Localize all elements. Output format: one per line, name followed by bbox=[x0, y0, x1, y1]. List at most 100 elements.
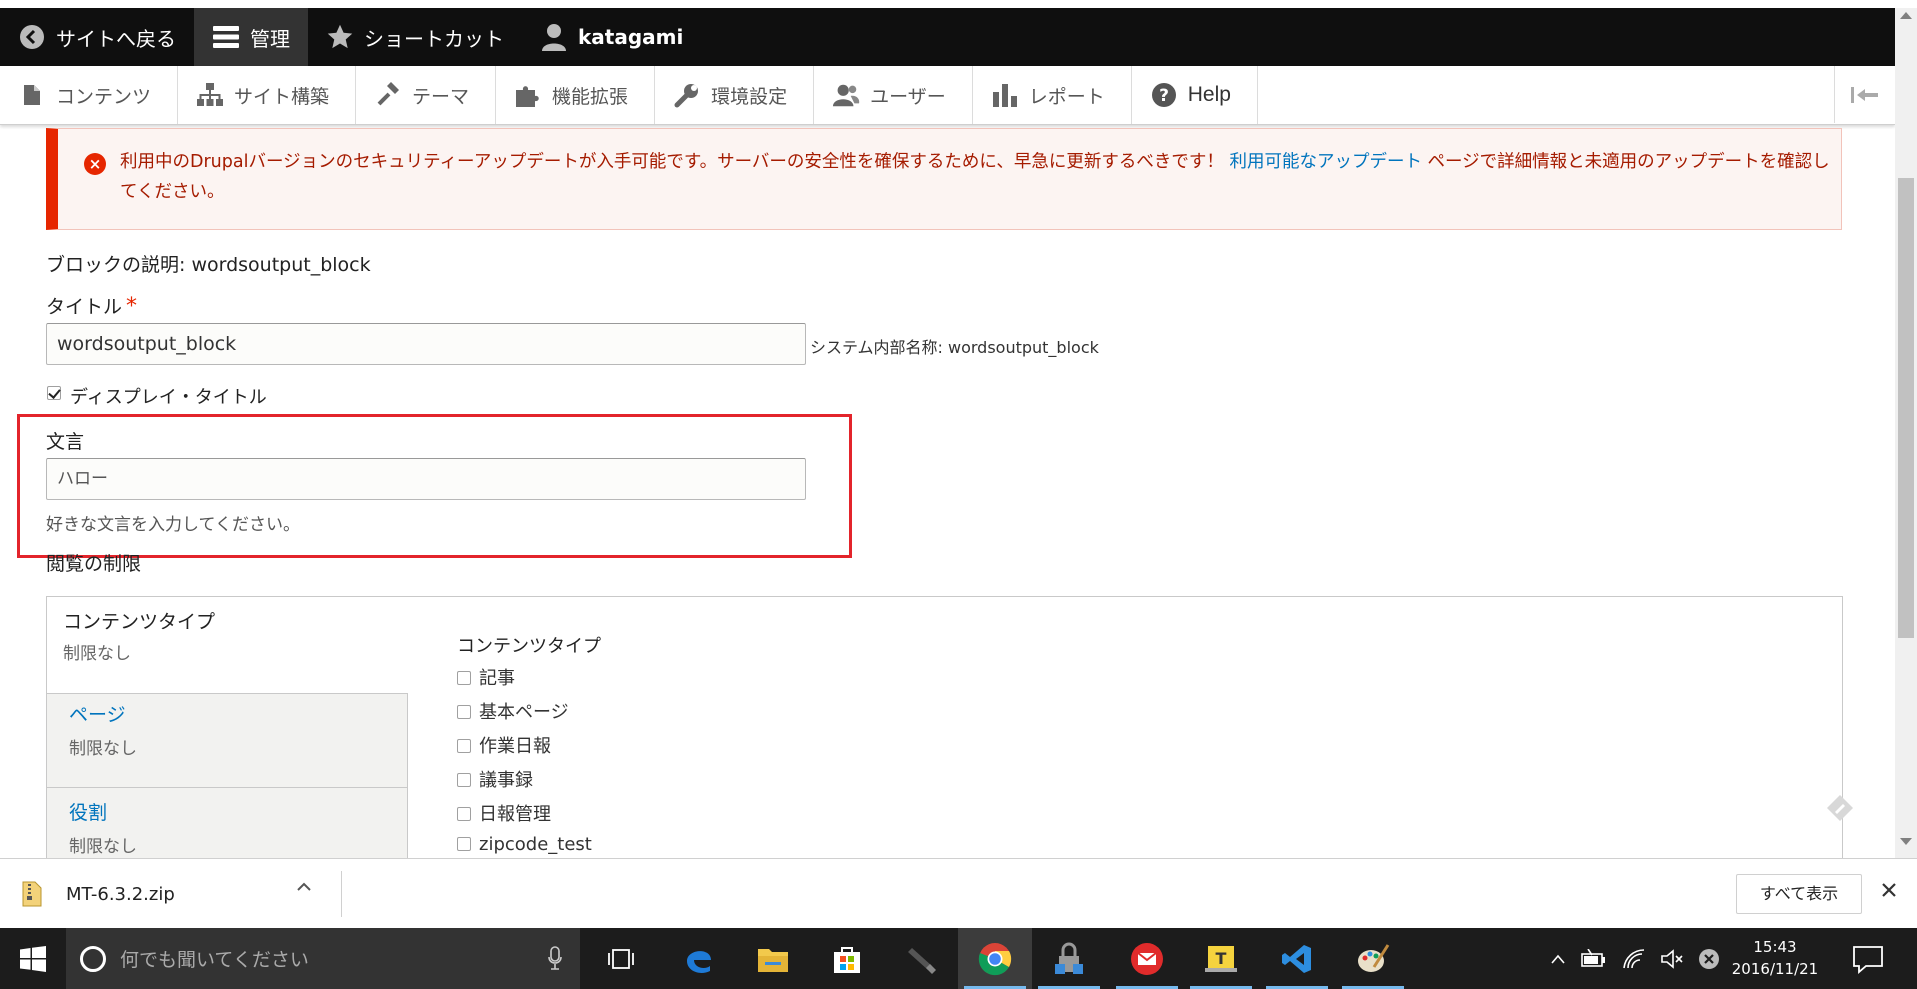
taskbar-edge[interactable] bbox=[662, 928, 736, 989]
chevron-up-icon[interactable] bbox=[296, 881, 312, 891]
vertical-tabs-menu: コンテンツタイプ 制限なし ページ 制限なし 役割 制限なし bbox=[47, 597, 408, 859]
content-type-option[interactable]: 作業日報 bbox=[457, 732, 551, 758]
collapse-tray-button[interactable] bbox=[1834, 66, 1895, 123]
content-type-option[interactable]: zipcode_test bbox=[457, 834, 592, 856]
back-to-site-link[interactable]: サイトへ戻る bbox=[0, 8, 194, 66]
tray-item-content[interactable]: コンテンツ bbox=[0, 66, 179, 124]
file-icon bbox=[18, 81, 46, 109]
content-type-label: 作業日報 bbox=[479, 736, 551, 757]
zip-file-icon bbox=[22, 881, 42, 907]
quick-edit-pencil-icon[interactable] bbox=[1826, 794, 1854, 822]
machine-name-text: システム内部名称: wordsoutput_block bbox=[810, 338, 1099, 357]
speaker-muted-icon[interactable] bbox=[1660, 948, 1684, 970]
required-marker: * bbox=[126, 294, 138, 319]
user-tab[interactable]: katagami bbox=[522, 8, 701, 66]
content-type-checkbox[interactable] bbox=[457, 671, 471, 685]
content-type-option[interactable]: 議事録 bbox=[457, 766, 533, 792]
content-type-option[interactable]: 記事 bbox=[457, 664, 515, 690]
manage-tab[interactable]: 管理 bbox=[194, 8, 308, 66]
display-title-label: ディスプレイ・タイトル bbox=[70, 387, 267, 408]
action-center-icon[interactable] bbox=[1850, 944, 1886, 974]
vertical-tab-roles[interactable]: 役割 制限なし bbox=[47, 788, 408, 859]
text-editor-icon: T bbox=[1205, 945, 1237, 972]
cortana-icon bbox=[80, 945, 106, 972]
vertical-tab-pages[interactable]: ページ 制限なし bbox=[47, 694, 408, 788]
tray-item-reports[interactable]: レポート bbox=[973, 66, 1132, 124]
title-label: タイトル * bbox=[46, 292, 137, 319]
bar-chart-icon bbox=[991, 81, 1019, 109]
wifi-icon[interactable] bbox=[1622, 948, 1646, 970]
error-text-part: 利用中のDrupalバージョンのセキュリティーアップデートが入手可能です。サーバ… bbox=[120, 152, 1230, 172]
windows-logo-icon bbox=[20, 945, 46, 972]
star-icon bbox=[326, 23, 354, 51]
content-type-checkbox[interactable] bbox=[457, 837, 471, 851]
taskbar-store[interactable] bbox=[810, 928, 884, 989]
content-type-checkbox[interactable] bbox=[457, 705, 471, 719]
mail-icon bbox=[1131, 942, 1163, 975]
paintbrush-icon bbox=[374, 81, 402, 109]
shortcuts-label: ショートカット bbox=[364, 26, 504, 51]
available-updates-link[interactable]: 利用可能なアップデート bbox=[1229, 152, 1422, 172]
taskbar-text-editor[interactable]: T bbox=[1184, 928, 1258, 989]
visibility-label: 閲覧の制限 bbox=[46, 554, 142, 574]
title-label-text: タイトル bbox=[46, 296, 123, 318]
hamburger-menu-icon bbox=[212, 23, 240, 51]
people-icon bbox=[832, 81, 860, 109]
taskbar-vpn[interactable] bbox=[1032, 928, 1106, 989]
download-item[interactable]: MT-6.3.2.zip bbox=[22, 873, 342, 915]
battery-icon[interactable] bbox=[1580, 948, 1608, 969]
tray-item-appearance[interactable]: テーマ bbox=[356, 66, 497, 124]
error-x-icon: × bbox=[84, 153, 106, 175]
system-tray bbox=[1550, 928, 1720, 989]
status-x-circle-icon[interactable] bbox=[1698, 948, 1720, 970]
content-type-label: 記事 bbox=[479, 668, 515, 689]
tray-item-label: サイト構築 bbox=[234, 85, 330, 108]
page-scrollbar[interactable] bbox=[1895, 8, 1917, 858]
taskbar-explorer[interactable] bbox=[736, 928, 810, 989]
taskbar-paint[interactable] bbox=[1336, 928, 1410, 989]
tray-item-people[interactable]: ユーザー bbox=[814, 66, 973, 124]
vertical-tab-title: 役割 bbox=[69, 802, 108, 824]
tray-item-label: レポート bbox=[1028, 85, 1105, 108]
windows-taskbar: 何でも聞いてください T 15:43 2016/11/21 bbox=[0, 928, 1917, 989]
taskbar-app-dark[interactable] bbox=[884, 928, 958, 989]
content-type-checkbox[interactable] bbox=[457, 807, 471, 821]
taskbar-chrome[interactable] bbox=[958, 928, 1032, 989]
title-input[interactable]: wordsoutput_block bbox=[46, 323, 806, 365]
tray-item-label: コンテンツ bbox=[56, 85, 152, 108]
vertical-tab-summary: 制限なし bbox=[63, 644, 131, 664]
vertical-tab-content-types[interactable]: コンテンツタイプ 制限なし bbox=[47, 597, 408, 694]
start-button[interactable] bbox=[0, 928, 66, 989]
sitemap-icon bbox=[196, 81, 224, 109]
taskbar-clock[interactable]: 15:43 2016/11/21 bbox=[1730, 936, 1820, 980]
content-type-checkbox[interactable] bbox=[457, 739, 471, 753]
content-type-checkbox[interactable] bbox=[457, 773, 471, 787]
shortcuts-tab[interactable]: ショートカット bbox=[308, 8, 522, 66]
app-icon bbox=[908, 947, 936, 974]
taskbar-vscode[interactable] bbox=[1260, 928, 1334, 989]
display-title-checkbox[interactable] bbox=[47, 386, 61, 400]
clock-time: 15:43 bbox=[1753, 938, 1797, 956]
admin-tray: コンテンツ サイト構築 テーマ 機能拡張 環境設定 ユーザー レポート ? He… bbox=[0, 66, 1895, 125]
scroll-down-arrow-icon[interactable] bbox=[1900, 838, 1912, 845]
microphone-icon[interactable] bbox=[548, 946, 562, 970]
manage-label: 管理 bbox=[250, 26, 290, 51]
tray-item-configuration[interactable]: 環境設定 bbox=[655, 66, 815, 124]
svg-text:?: ? bbox=[1159, 86, 1169, 106]
show-all-downloads-button[interactable]: すべて表示 bbox=[1736, 874, 1862, 914]
store-bag-icon bbox=[834, 946, 860, 973]
content-type-option[interactable]: 基本ページ bbox=[457, 698, 569, 724]
vertical-tab-title: コンテンツタイプ bbox=[63, 611, 216, 633]
chevron-up-icon[interactable] bbox=[1550, 953, 1566, 965]
cortana-search-box[interactable]: 何でも聞いてください bbox=[66, 928, 580, 989]
tray-item-extend[interactable]: 機能拡張 bbox=[496, 66, 656, 124]
scroll-thumb[interactable] bbox=[1898, 178, 1914, 638]
scroll-up-arrow-icon[interactable] bbox=[1900, 12, 1912, 19]
taskbar-mail[interactable] bbox=[1110, 928, 1184, 989]
close-icon[interactable] bbox=[1880, 881, 1898, 899]
tray-item-structure[interactable]: サイト構築 bbox=[178, 66, 357, 124]
content-type-option[interactable]: 日報管理 bbox=[457, 800, 551, 826]
wrench-icon bbox=[673, 81, 701, 109]
task-view-button[interactable] bbox=[584, 928, 658, 989]
tray-item-help[interactable]: ? Help bbox=[1132, 66, 1258, 124]
